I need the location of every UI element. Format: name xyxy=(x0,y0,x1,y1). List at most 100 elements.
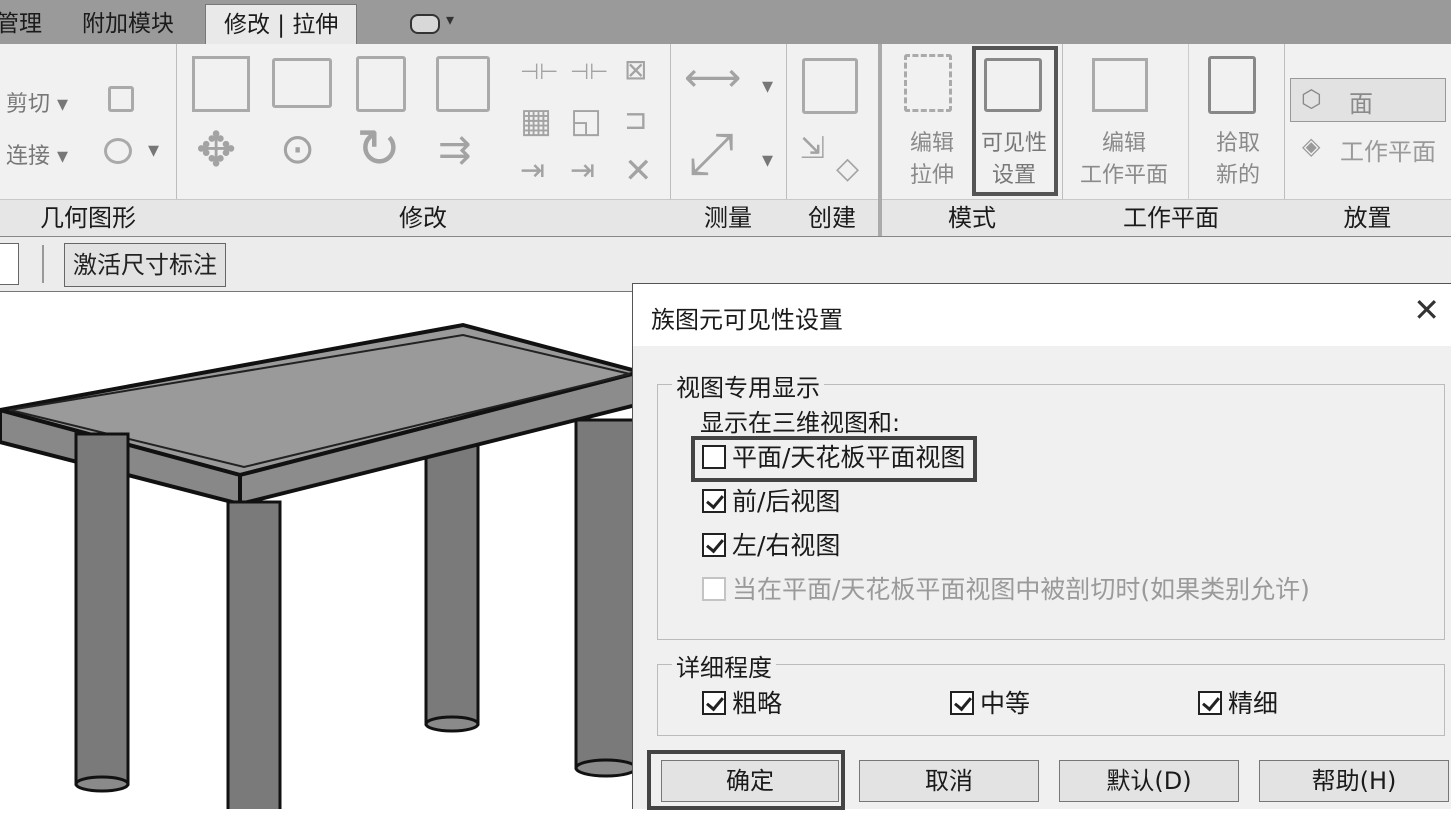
offset-icon[interactable] xyxy=(272,58,332,108)
table-leg-right xyxy=(574,418,638,778)
tab-modify-extrusion[interactable]: 修改 | 拉伸 xyxy=(205,4,358,45)
close-icon[interactable]: ✕ xyxy=(1413,294,1440,326)
trim-multiple-icon[interactable]: ⇥ xyxy=(520,156,545,186)
table-leg-front xyxy=(226,500,282,813)
face-label: 面 xyxy=(1349,90,1373,118)
ribbon-tab-bar: 管理 附加模块 修改 | 拉伸 ▾ xyxy=(0,0,1451,45)
pin-icon[interactable]: ⊠ xyxy=(624,56,647,84)
default-button[interactable]: 默认(D) xyxy=(1059,760,1239,802)
create-group-icon[interactable]: ⇲ xyxy=(800,134,825,164)
panel-measure-title: 测量 xyxy=(670,199,786,236)
panel-place-title: 放置 xyxy=(1284,199,1451,236)
coarse-label: 粗略 xyxy=(732,689,783,718)
ribbon-dropdown-icon[interactable]: ▾ xyxy=(446,10,454,29)
tab-manage[interactable]: 管理 xyxy=(0,6,42,42)
dimension-dropdown-icon[interactable]: ▾ xyxy=(762,74,773,99)
plan-ceiling-checkbox-highlight xyxy=(691,436,977,482)
cut-in-plan-label: 当在平面/天花板平面视图中被剖切时(如果类别允许) xyxy=(732,575,1310,604)
workplane-divider xyxy=(1188,44,1189,200)
left-right-view-check[interactable] xyxy=(702,533,726,557)
panel-workplane-title: 工作平面 xyxy=(1058,199,1284,236)
medium-label: 中等 xyxy=(980,689,1031,718)
create-component-icon[interactable] xyxy=(802,58,858,114)
mirror-draw-axis-icon[interactable] xyxy=(436,56,490,112)
medium-check[interactable] xyxy=(950,691,974,715)
panel-modify: ✥ ⊙ ↻ ⇉ ⊣⊢ ⊣⊢ ⊠ ▦ ◱ ⊐ ⇥ ⇥ ✕ 修改 xyxy=(176,44,671,236)
edit-workplane-label-line2: 工作平面 xyxy=(1079,163,1168,188)
front-back-view-check[interactable] xyxy=(702,489,726,513)
scale-icon[interactable]: ◱ xyxy=(570,104,602,138)
front-back-view-checkbox[interactable]: 前/后视图 xyxy=(702,485,840,519)
help-button[interactable]: 帮助(H) xyxy=(1259,760,1449,802)
coarse-checkbox[interactable]: 粗略 xyxy=(702,687,782,721)
edit-workplane-label-line1: 编辑 xyxy=(1101,131,1146,156)
coarse-check[interactable] xyxy=(702,691,726,715)
measure-icon[interactable]: ⤢ xyxy=(688,124,734,182)
view-specific-display-title: 视图专用显示 xyxy=(672,368,824,403)
pick-new-workplane-icon[interactable] xyxy=(1208,56,1256,114)
face-icon: ⬡ xyxy=(1301,85,1322,113)
panel-geometry-title: 几何图形 xyxy=(0,199,176,236)
medium-checkbox[interactable]: 中等 xyxy=(950,687,1030,721)
trim-single-icon[interactable]: ⇥ xyxy=(570,156,595,186)
move-icon[interactable]: ✥ xyxy=(196,126,236,174)
edit-extrusion-icon[interactable] xyxy=(904,54,952,112)
cut-in-plan-check xyxy=(702,577,726,601)
panel-workplane: 编辑 工作平面 拾取 新的 工作平面 xyxy=(1058,44,1285,236)
tab-addins[interactable]: 附加模块 xyxy=(82,6,174,42)
split-face-icon[interactable] xyxy=(104,138,132,164)
mirror-pick-axis-icon[interactable] xyxy=(356,56,406,112)
split-gap-icon[interactable]: ⊣⊢ xyxy=(570,62,608,84)
rotate-icon[interactable]: ↻ xyxy=(356,122,401,176)
options-bar-input[interactable] xyxy=(0,243,19,285)
split-face-dropdown-icon[interactable]: ▾ xyxy=(148,138,159,163)
trim-extend-icon[interactable]: ⇉ xyxy=(438,130,472,170)
edit-extrusion-button[interactable]: 编辑 拉伸 xyxy=(892,128,972,192)
cut-label: 剪切 xyxy=(6,92,51,117)
family-visibility-settings-dialog: 族图元可见性设置 ✕ 视图专用显示 显示在三维视图和: 平面/天花板平面视图 前… xyxy=(632,283,1451,810)
delete-icon[interactable]: ✕ xyxy=(624,154,653,188)
front-back-view-label: 前/后视图 xyxy=(732,487,841,516)
join-button[interactable]: 连接 ▾ xyxy=(6,138,68,170)
panel-mode: 编辑 拉伸 可见性 设置 模式 xyxy=(878,44,1063,236)
detail-level-group: 详细程度 粗略 中等 精细 xyxy=(657,648,1445,736)
place-workplane-button[interactable]: ◈ 工作平面 xyxy=(1290,126,1446,170)
ribbon: 剪切 ▾ 连接 ▾ ▾ 几何图形 ✥ ⊙ ↻ ⇉ ⊣⊢ ⊣⊢ ⊠ ▦ ◱ ⊐ ⇥… xyxy=(0,44,1451,237)
array-icon[interactable]: ▦ xyxy=(520,104,552,138)
place-face-button[interactable]: ⬡ 面 xyxy=(1290,78,1446,122)
panel-modify-title: 修改 xyxy=(176,199,670,236)
panel-mode-title: 模式 xyxy=(882,199,1062,236)
pick-new-workplane-button[interactable]: 拾取 新的 xyxy=(1198,128,1278,192)
fine-checkbox[interactable]: 精细 xyxy=(1198,687,1278,721)
edit-workplane-button[interactable]: 编辑 工作平面 xyxy=(1066,128,1182,192)
dialog-titlebar: 族图元可见性设置 ✕ xyxy=(633,284,1451,346)
create-shape-icon[interactable]: ◇ xyxy=(836,154,859,184)
pick-new-label-line2: 新的 xyxy=(1215,163,1260,188)
panel-measure: ⟷ ▾ ⤢ ▾ 测量 xyxy=(670,44,787,236)
unpin-icon[interactable]: ⊐ xyxy=(624,106,647,134)
detail-level-title: 详细程度 xyxy=(672,648,776,683)
left-right-view-label: 左/右视图 xyxy=(732,531,841,560)
panel-place: ⬡ 面 ◈ 工作平面 放置 xyxy=(1284,44,1451,236)
copy-icon[interactable]: ⊙ xyxy=(280,128,315,170)
cut-button[interactable]: 剪切 ▾ xyxy=(6,86,68,118)
visibility-settings-highlight xyxy=(972,46,1058,196)
split-element-icon[interactable]: ⊣⊢ xyxy=(520,62,558,84)
cut-in-plan-checkbox: 当在平面/天花板平面视图中被剖切时(如果类别允许) xyxy=(702,573,1310,607)
panel-geometry: 剪切 ▾ 连接 ▾ ▾ 几何图形 xyxy=(0,44,177,236)
options-bar-separator xyxy=(42,245,44,283)
cut-geometry-icon[interactable] xyxy=(108,86,134,112)
fine-check[interactable] xyxy=(1198,691,1222,715)
align-icon[interactable] xyxy=(192,56,250,112)
measure-dropdown-icon[interactable]: ▾ xyxy=(762,148,773,173)
aligned-dimension-icon[interactable]: ⟷ xyxy=(684,58,741,98)
pick-new-label-line1: 拾取 xyxy=(1215,131,1260,156)
left-right-view-checkbox[interactable]: 左/右视图 xyxy=(702,529,840,563)
minimize-ribbon-icon[interactable] xyxy=(410,14,440,34)
panel-create: ⇲ ◇ 创建 xyxy=(786,44,879,236)
cancel-button[interactable]: 取消 xyxy=(859,760,1039,802)
show-in-3d-subtitle: 显示在三维视图和: xyxy=(700,409,901,437)
table-leg-front-left xyxy=(74,432,130,793)
edit-workplane-icon[interactable] xyxy=(1092,58,1148,112)
activate-dimensions-button[interactable]: 激活尺寸标注 xyxy=(64,243,226,287)
